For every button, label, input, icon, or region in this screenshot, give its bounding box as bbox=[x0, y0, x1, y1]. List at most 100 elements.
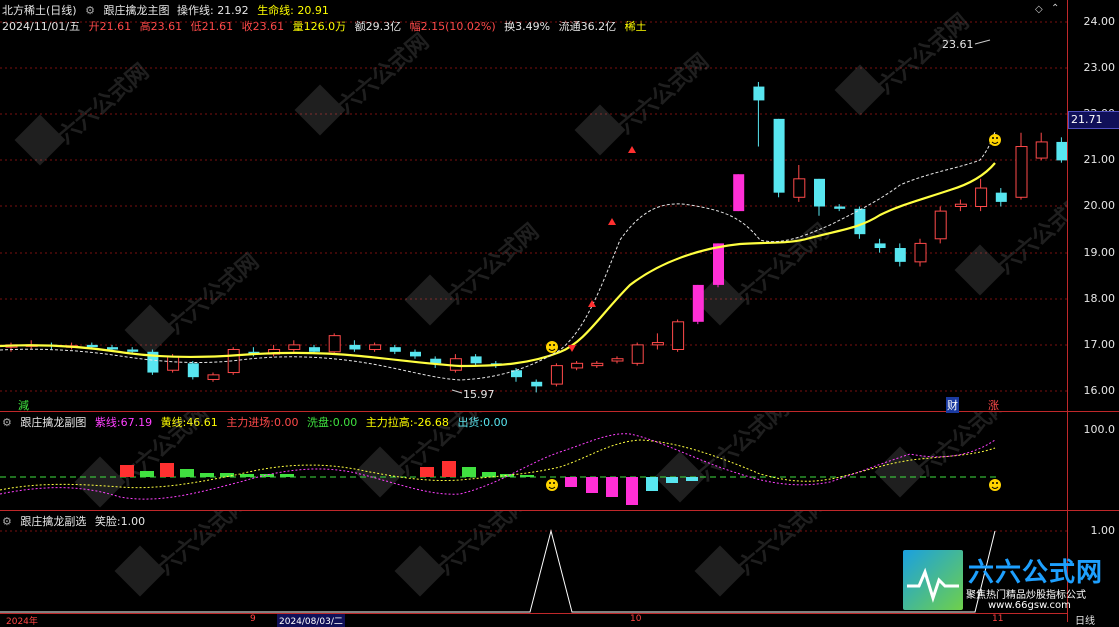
candle-body bbox=[369, 344, 382, 350]
candle-body bbox=[591, 362, 604, 367]
candle-body bbox=[954, 203, 967, 208]
histogram-bar bbox=[626, 477, 638, 505]
candle-body bbox=[854, 208, 866, 235]
candle-body bbox=[611, 358, 624, 362]
candle-body bbox=[107, 347, 118, 350]
watermark-logo: 六六公式网 bbox=[394, 511, 534, 597]
watermark-logo: 六六公式网 bbox=[834, 9, 974, 116]
brand-slogan: 聚焦热门精品炒股指标公式 bbox=[966, 590, 1086, 601]
sub1-chart[interactable]: 六六公式网 六六公式网 六六公式网 六六公式网 bbox=[0, 412, 1067, 510]
axis-price-17: 17.00 bbox=[1083, 338, 1116, 351]
year-label: 2024年 bbox=[6, 617, 38, 627]
histogram-bar bbox=[606, 477, 618, 497]
watermark-logo: 六六公式网 bbox=[74, 412, 214, 508]
histogram-bar bbox=[420, 467, 434, 477]
brand-url: www.66gsw.com bbox=[988, 600, 1071, 611]
finance-marker[interactable]: 财 bbox=[946, 397, 959, 413]
watermark-logo: 六六公式网 bbox=[954, 189, 1067, 296]
candle-body bbox=[328, 335, 341, 353]
axis-divider-1 bbox=[1067, 411, 1119, 412]
candle-body bbox=[470, 356, 482, 364]
histogram-bar bbox=[686, 477, 698, 481]
watermark-layer: 六六公式网 六六公式网 六六公式网 bbox=[114, 511, 834, 597]
smile-face-icon bbox=[546, 341, 558, 353]
candle-body bbox=[934, 210, 947, 240]
candle-body bbox=[672, 321, 685, 350]
smile-face-icon bbox=[989, 134, 1001, 146]
candle-body bbox=[773, 118, 785, 193]
candle-body bbox=[834, 206, 846, 209]
candle-body bbox=[914, 242, 927, 263]
candle-body bbox=[127, 349, 139, 352]
candle-body bbox=[1035, 141, 1048, 159]
watermark-logo: 六六公式网 bbox=[404, 219, 544, 326]
candle-body bbox=[874, 243, 886, 249]
candle-body bbox=[410, 351, 421, 357]
watermark-layer: 六六公式网 六六公式网 六六公式网 六六公式网 bbox=[74, 412, 1014, 508]
svg-text:六六公式网: 六六公式网 bbox=[914, 412, 1014, 481]
watermark-logo: 六六公式网 bbox=[694, 511, 834, 597]
histogram-bar bbox=[646, 477, 658, 491]
high-marker: 23.61 bbox=[942, 38, 974, 51]
low-marker: 15.97 bbox=[463, 388, 495, 401]
candle-body bbox=[713, 243, 724, 285]
candle-body bbox=[86, 344, 98, 348]
buy-arrows bbox=[568, 146, 636, 352]
histogram-bar bbox=[280, 474, 294, 477]
candle-body bbox=[1056, 141, 1067, 161]
sub2-axis-top: 1.00 bbox=[1090, 524, 1116, 537]
cursor-date: 2024/08/03/二 bbox=[277, 614, 345, 627]
candle-body bbox=[692, 284, 704, 322]
candle-body bbox=[975, 187, 988, 208]
histogram-bar bbox=[180, 469, 194, 477]
candle-body bbox=[288, 344, 301, 350]
svg-text:六六公式网: 六六公式网 bbox=[734, 511, 834, 580]
candle-body bbox=[349, 344, 361, 350]
tick-9: 9 bbox=[250, 614, 256, 624]
histogram-bar bbox=[586, 477, 598, 493]
svg-text:六六公式网: 六六公式网 bbox=[434, 511, 534, 580]
svg-text:六六公式网: 六六公式网 bbox=[874, 9, 974, 99]
axis-price-23: 23.00 bbox=[1083, 61, 1116, 74]
svg-text:六六公式网: 六六公式网 bbox=[734, 219, 834, 309]
svg-text:六六公式网: 六六公式网 bbox=[164, 249, 264, 339]
period-label[interactable]: 日线 bbox=[1075, 612, 1095, 627]
brand-logo bbox=[903, 550, 963, 610]
smile-face-icon bbox=[546, 479, 558, 491]
current-price-tag: 21.71 bbox=[1068, 111, 1119, 129]
candle-body bbox=[814, 178, 825, 207]
histogram-bar bbox=[666, 477, 678, 483]
histogram-bar bbox=[520, 475, 534, 477]
rise-marker[interactable]: 涨 bbox=[988, 397, 999, 413]
histogram-bar bbox=[120, 465, 134, 477]
axis-divider-2 bbox=[1067, 510, 1119, 511]
candle-body bbox=[733, 174, 745, 212]
candle-body bbox=[531, 381, 543, 387]
candle-body bbox=[550, 365, 563, 385]
axis-price-16: 16.00 bbox=[1083, 384, 1116, 397]
sub1-axis-top: 100.0 bbox=[1083, 423, 1116, 436]
axis-price-21: 21.00 bbox=[1083, 153, 1116, 166]
svg-text:六六公式网: 六六公式网 bbox=[54, 59, 154, 149]
reduce-marker[interactable]: 減 bbox=[18, 397, 29, 413]
candle-body bbox=[995, 192, 1007, 202]
watermark-logo: 六六公式网 bbox=[294, 29, 434, 136]
axis-price-24: 24.00 bbox=[1083, 15, 1116, 28]
candle-body bbox=[309, 347, 320, 352]
candle-body bbox=[894, 248, 906, 262]
watermark-layer: 六六公式网 六六公式网 六六公式网 六六公式网六六公式网 六六公式网 六六公式网 六六公式网 bbox=[14, 9, 1067, 356]
high-marker-line bbox=[974, 39, 991, 45]
histogram-bar bbox=[565, 477, 577, 487]
candle-body bbox=[753, 86, 765, 101]
watermark-logo: 六六公式网 bbox=[114, 511, 254, 597]
watermark-logo: 六六公式网 bbox=[574, 49, 714, 156]
tick-10: 10 bbox=[630, 614, 642, 624]
candle-body bbox=[167, 355, 180, 371]
candle-body bbox=[571, 362, 584, 369]
main-kline-chart[interactable]: 六六公式网 六六公式网 六六公式网 六六公式网六六公式网 六六公式网 六六公式网 六六公式网… bbox=[0, 0, 1067, 411]
candle-body bbox=[651, 342, 664, 346]
axis-price-19: 19.00 bbox=[1083, 246, 1116, 259]
svg-text:六六公式网: 六六公式网 bbox=[334, 29, 434, 119]
histogram-bar bbox=[140, 471, 154, 477]
smile-face-icon bbox=[989, 479, 1001, 491]
